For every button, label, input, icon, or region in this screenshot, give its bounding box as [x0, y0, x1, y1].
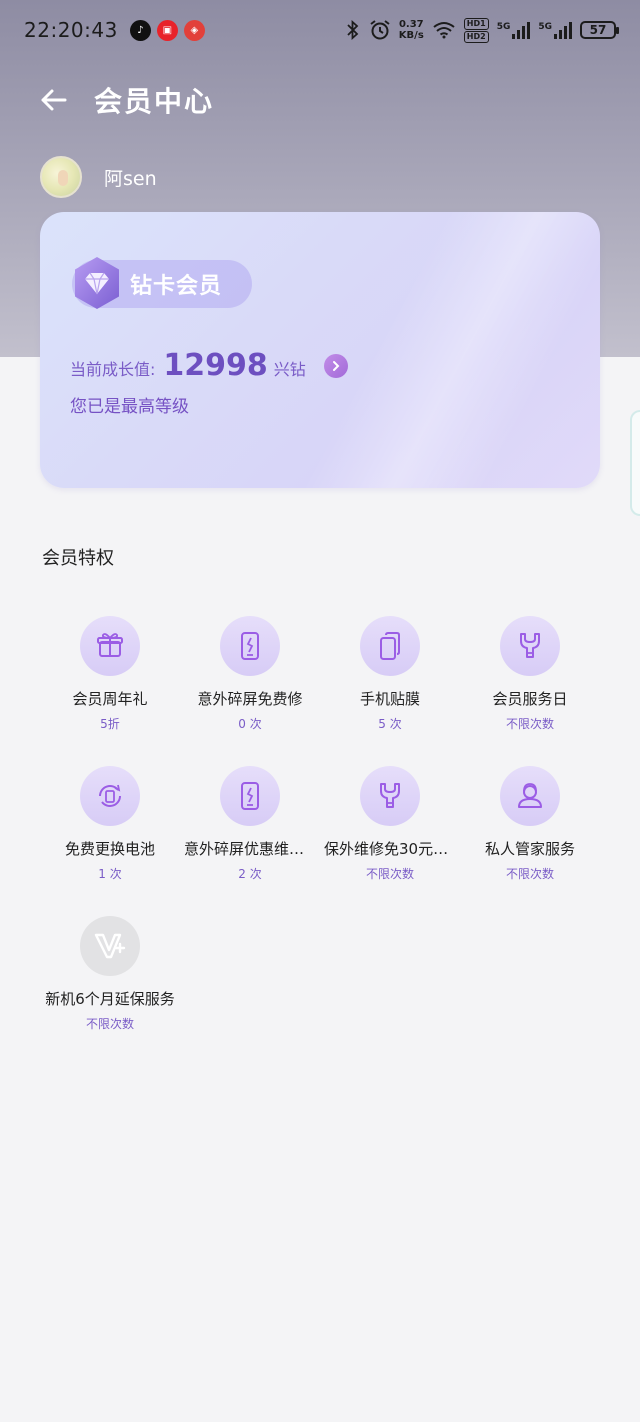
privilege-item[interactable]: 新机6个月延保服务 不限次数: [40, 916, 180, 1036]
growth-label: 当前成长值:: [70, 360, 156, 379]
v-plus-icon: [80, 916, 140, 976]
status-indicators: 0.37 KB/s HD1 HD2 5G 5G 57: [345, 17, 619, 43]
growth-value-row: 当前成长值: 12998 兴钻: [70, 348, 348, 383]
status-bar: 22:20:43 ♪ ▣ ◈ 0.37 KB/s HD1 HD2 5G 5G 5…: [0, 0, 640, 60]
username: 阿sen: [104, 167, 157, 190]
privilege-count: 5折: [100, 717, 120, 731]
growth-detail-button[interactable]: [323, 353, 348, 378]
privilege-count: 2 次: [238, 867, 262, 881]
privilege-name: 会员周年礼: [72, 690, 148, 708]
privilege-count: 5 次: [378, 717, 402, 731]
battery-swap-icon: [80, 766, 140, 826]
privilege-grid: 会员周年礼 5折 意外碎屏免费修 0 次 手机贴膜 5 次 会员服务日 不限次数…: [40, 616, 600, 1036]
growth-unit: 兴钻: [273, 360, 306, 379]
privilege-count: 不限次数: [85, 1017, 134, 1031]
level-note: 您已是最高等级: [70, 397, 189, 417]
app-header: 会员中心: [0, 70, 640, 130]
privilege-count: 不限次数: [505, 717, 554, 731]
butler-icon: [500, 766, 560, 826]
privilege-item[interactable]: 保外维修免30元人工费 不限次数: [320, 766, 460, 886]
avatar[interactable]: [40, 156, 82, 198]
wifi-icon: [433, 22, 455, 39]
privilege-item[interactable]: 会员周年礼 5折: [40, 616, 180, 736]
privilege-name: 会员服务日: [492, 690, 568, 708]
service-wrench-icon: [500, 616, 560, 676]
tiktok-icon: ♪: [129, 19, 151, 41]
privilege-name: 意外碎屏优惠维修服务: [184, 840, 320, 858]
privilege-count: 不限次数: [365, 867, 414, 881]
privilege-count: 0 次: [238, 717, 262, 731]
hd-badges: HD1 HD2: [463, 17, 489, 43]
back-button[interactable]: [36, 83, 70, 117]
broken-screen-icon: [220, 766, 280, 826]
signal-sim1-icon: 5G: [497, 21, 531, 39]
bluetooth-icon: [347, 20, 359, 40]
privilege-item[interactable]: 免费更换电池 1 次: [40, 766, 180, 886]
signal-sim2-icon: 5G: [538, 21, 572, 39]
privilege-item[interactable]: 会员服务日 不限次数: [460, 616, 600, 736]
privilege-item[interactable]: 意外碎屏优惠维修服务 2 次: [180, 766, 320, 886]
page-title: 会员中心: [94, 85, 215, 118]
back-arrow-icon: [41, 89, 67, 111]
app-notification-icon: ◈: [183, 19, 205, 41]
app-notification-icon: ▣: [156, 19, 178, 41]
diamond-icon: [75, 257, 119, 309]
gift-icon: [80, 616, 140, 676]
privilege-item[interactable]: 私人管家服务 不限次数: [460, 766, 600, 886]
privilege-name: 新机6个月延保服务: [45, 990, 175, 1008]
tier-label: 钻卡会员: [130, 274, 223, 299]
user-info: 阿sen: [40, 156, 157, 198]
chevron-right-icon: [332, 360, 340, 371]
alarm-icon: [370, 20, 390, 40]
section-title: 会员特权: [42, 548, 114, 569]
growth-value: 12998: [163, 348, 268, 383]
privilege-name: 私人管家服务: [484, 840, 575, 858]
privilege-count: 不限次数: [505, 867, 554, 881]
privilege-name: 意外碎屏免费修: [197, 690, 303, 708]
tier-badge: 钻卡会员: [72, 257, 252, 309]
privilege-name: 保外维修免30元人工费: [324, 840, 460, 858]
screen-film-icon: [360, 616, 420, 676]
privilege-count: 1 次: [98, 867, 122, 881]
broken-screen-icon: [220, 616, 280, 676]
membership-card: 钻卡会员 当前成长值: 12998 兴钻 您已是最高等级: [40, 212, 600, 488]
privilege-item[interactable]: 手机贴膜 5 次: [320, 616, 460, 736]
network-speed: 0.37 KB/s: [398, 19, 424, 41]
privilege-name: 手机贴膜: [359, 690, 420, 708]
battery-icon: 57: [580, 21, 619, 39]
notification-icons: ♪ ▣ ◈: [129, 19, 205, 41]
service-wrench-icon: [360, 766, 420, 826]
privilege-name: 免费更换电池: [64, 840, 155, 858]
status-time: 22:20:43: [24, 18, 118, 42]
side-tab[interactable]: [630, 410, 640, 516]
privilege-item[interactable]: 意外碎屏免费修 0 次: [180, 616, 320, 736]
